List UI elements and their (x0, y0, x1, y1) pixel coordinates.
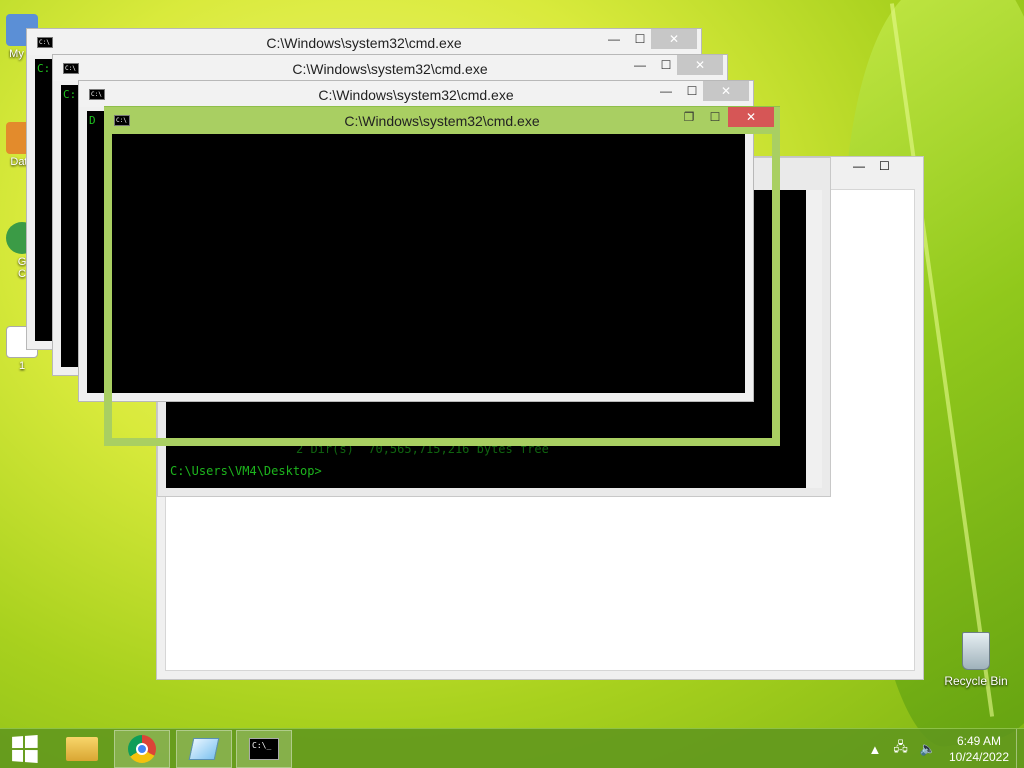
chrome-icon (128, 735, 156, 763)
close-button[interactable]: ✕ (651, 29, 697, 49)
maximize-button[interactable]: ☐ (702, 107, 728, 127)
clock-time: 6:49 AM (956, 734, 1002, 748)
desktop-icon-label: 1 (18, 360, 26, 372)
desktop-icon-label: G (17, 256, 27, 268)
volume-icon[interactable]: 🔈 (920, 741, 936, 757)
maximize-button[interactable]: ☐ (679, 81, 705, 101)
background-minimize-button[interactable]: — (853, 159, 865, 173)
cmd-fragment: C: (37, 62, 51, 75)
cmd-window-title: C:\Windows\system32\cmd.exe (318, 87, 514, 103)
minimize-button[interactable]: — (601, 29, 627, 49)
recycle-bin-icon (962, 632, 990, 670)
close-button[interactable]: ✕ (677, 55, 723, 75)
minimize-button[interactable]: — (653, 81, 679, 101)
cmd-taskbar-icon: C:\_ (249, 738, 279, 760)
show-hidden-icons-icon[interactable]: ▲ (868, 742, 881, 757)
cmd-window-titlebar[interactable]: C:\ C:\Windows\system32\cmd.exe — ☐ ✕ (27, 29, 701, 55)
recycle-bin-label: Recycle Bin (944, 674, 1008, 688)
file-explorer-icon (66, 737, 98, 761)
show-desktop-button[interactable] (1016, 729, 1024, 768)
console-scrollbar[interactable] (806, 190, 822, 488)
cmd-window-title: C:\Windows\system32\cmd.exe (292, 61, 488, 77)
restore-button[interactable]: ❐ (676, 107, 702, 127)
cmd-window-titlebar[interactable]: C:\ C:\Windows\system32\cmd.exe — ☐ ✕ (79, 81, 753, 107)
notepad-icon (188, 738, 220, 760)
console-prompt: C:\Users\VM4\Desktop> (170, 464, 322, 478)
maximize-button[interactable]: ☐ (627, 29, 653, 49)
taskbar-cmd[interactable]: C:\_ (236, 730, 292, 768)
start-button[interactable] (0, 730, 48, 768)
system-tray: ▲ 🖧 🔈 6:49 AM 10/24/2022 (862, 729, 1024, 768)
windows-logo-icon (12, 735, 38, 763)
desktop-icon-label: C (18, 268, 26, 280)
cmd-window-title: C:\Windows\system32\cmd.exe (266, 35, 462, 51)
cmd-window-titlebar[interactable]: C:\ C:\Windows\system32\cmd.exe — ☐ ✕ (53, 55, 727, 81)
close-button[interactable]: ✕ (728, 107, 774, 127)
desktop-icon-recycle-bin[interactable]: Recycle Bin (942, 632, 1010, 688)
taskbar-file-explorer[interactable] (54, 730, 110, 768)
background-maximize-button[interactable]: ☐ (879, 159, 890, 173)
clock-date: 10/24/2022 (948, 750, 1010, 764)
maximize-button[interactable]: ☐ (653, 55, 679, 75)
clock[interactable]: 6:49 AM 10/24/2022 (942, 733, 1016, 765)
close-button[interactable]: ✕ (703, 81, 749, 101)
taskbar-chrome[interactable] (114, 730, 170, 768)
minimize-button[interactable]: — (627, 55, 653, 75)
taskbar-notepad[interactable] (176, 730, 232, 768)
taskbar: C:\_ ▲ 🖧 🔈 6:49 AM 10/24/2022 (0, 728, 1024, 768)
network-icon[interactable]: 🖧 (893, 738, 908, 760)
cmd-fragment: D (89, 114, 96, 127)
cmd-window-titlebar[interactable]: C:\ C:\Windows\system32\cmd.exe ❐ ☐ ✕ (104, 106, 780, 134)
cmd-window-active[interactable]: C:\ C:\Windows\system32\cmd.exe ❐ ☐ ✕ (104, 106, 780, 446)
cmd-fragment: C: (63, 88, 77, 101)
